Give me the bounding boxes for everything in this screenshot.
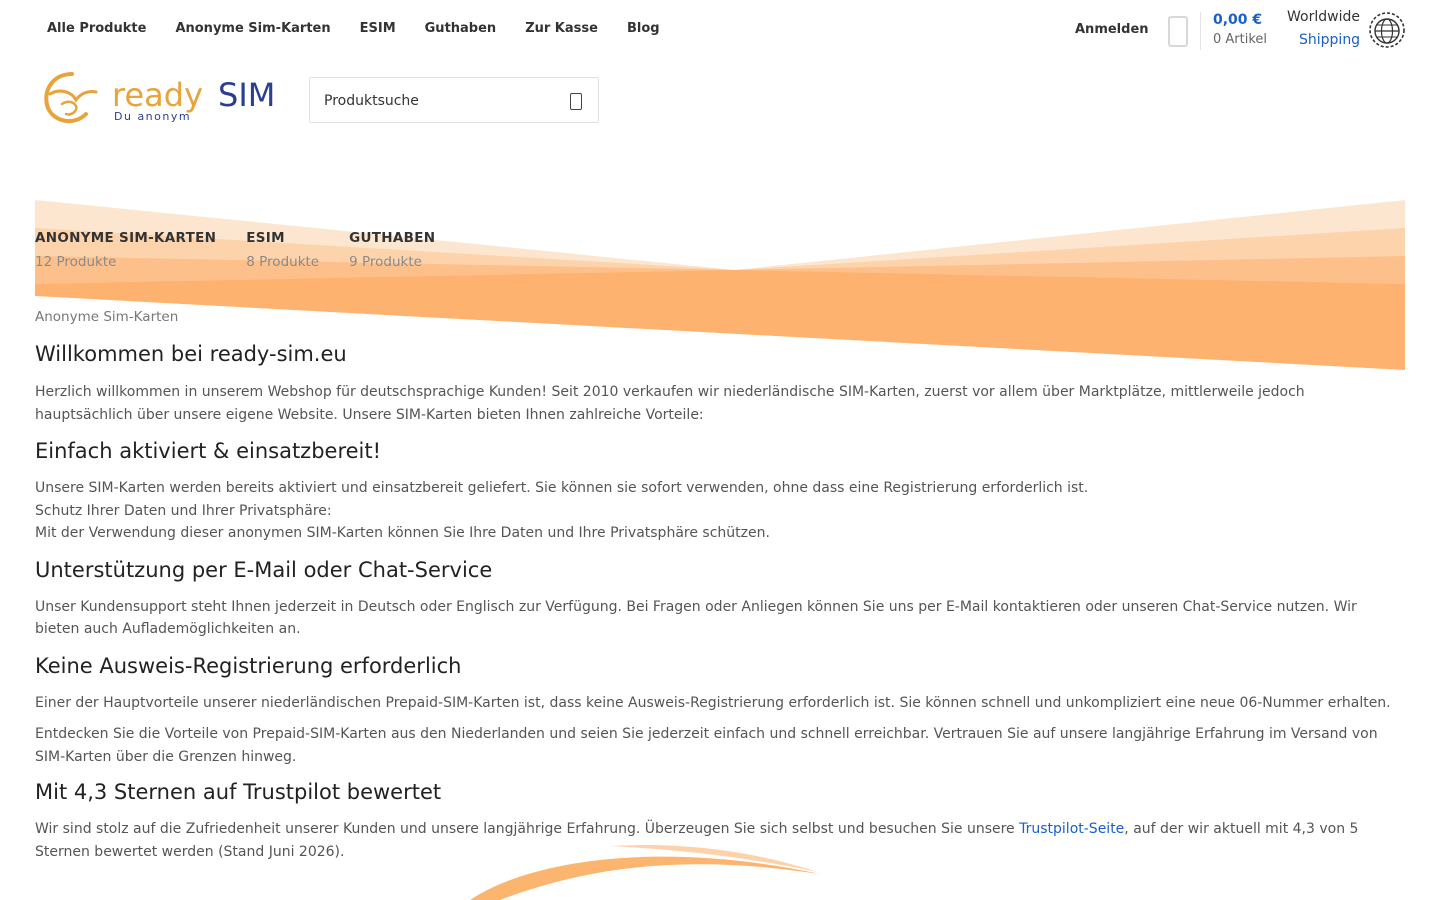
heading-activated: Einfach aktiviert & einsatzbereit! xyxy=(35,439,382,463)
svg-text:SIM: SIM xyxy=(218,76,275,114)
product-search xyxy=(309,77,599,123)
paragraph-support: Unser Kundensupport steht Ihnen jederzei… xyxy=(35,598,1357,638)
category-count: 12 Produkte xyxy=(35,254,117,270)
menu-item-esim[interactable]: ESIM xyxy=(360,20,396,38)
heading-trustpilot: Mit 4,3 Sternen auf Trustpilot bewertet xyxy=(35,780,442,804)
svg-text:ready: ready xyxy=(112,76,203,114)
readysim-logo[interactable]: ready SIM Du anonym xyxy=(42,70,284,128)
globe-icon[interactable] xyxy=(1368,11,1406,49)
menu-item-blog[interactable]: Blog xyxy=(627,20,660,38)
category-esim[interactable]: ESIM 8 Produkte xyxy=(246,230,319,272)
svg-text:Du anonym: Du anonym xyxy=(114,110,191,123)
category-anonyme-sim-karten[interactable]: ANONYME SIM-KARTEN 12 Produkte xyxy=(35,230,216,272)
menu-item-alle-produkte[interactable]: Alle Produkte xyxy=(47,20,146,38)
paragraph-benefits: Entdecken Sie die Vorteile von Prepaid-S… xyxy=(35,726,1378,765)
main-menu: Alle Produkte Anonyme Sim-Karten ESIM Gu… xyxy=(47,20,660,38)
cart-divider xyxy=(1200,12,1201,50)
cart-icon[interactable] xyxy=(1168,16,1188,47)
category-count: 9 Produkte xyxy=(349,254,422,270)
paragraph-privacy: Mit der Verwendung dieser anonymen SIM-K… xyxy=(35,525,770,541)
cart-total[interactable]: 0,00 € xyxy=(1213,10,1262,30)
cart-item-count[interactable]: 0 Artikel xyxy=(1213,31,1267,49)
main-content: Anonyme Sim-Karten Willkommen bei ready-… xyxy=(35,308,1405,863)
trustpilot-text-before: Wir sind stolz auf die Zufriedenheit uns… xyxy=(35,821,1020,837)
category-name[interactable]: ESIM xyxy=(246,230,319,247)
menu-item-guthaben[interactable]: Guthaben xyxy=(425,20,497,38)
search-input[interactable] xyxy=(324,90,554,112)
decorative-swoosh xyxy=(470,845,820,900)
heading-welcome: Willkommen bei ready-sim.eu xyxy=(35,342,347,366)
login-link[interactable]: Anmelden xyxy=(1075,21,1149,39)
paragraph-no-id: Einer der Hauptvorteile unserer niederlä… xyxy=(35,694,1391,711)
paragraph-welcome: Herzlich willkommen in unserem Webshop f… xyxy=(35,384,1305,423)
paragraph-activated: Unsere SIM-Karten werden bereits aktivie… xyxy=(35,480,1089,496)
category-name[interactable]: ANONYME SIM-KARTEN xyxy=(35,230,216,247)
trustpilot-link[interactable]: Trustpilot-Seite xyxy=(1019,821,1124,837)
shipping-label-shipping[interactable]: Shipping xyxy=(1299,31,1360,49)
heading-no-id: Keine Ausweis-Registrierung erforderlich xyxy=(35,653,462,678)
shipping-label-worldwide: Worldwide xyxy=(1287,9,1360,25)
category-guthaben[interactable]: GUTHABEN 9 Produkte xyxy=(349,230,435,272)
category-list: ANONYME SIM-KARTEN 12 Produkte ESIM 8 Pr… xyxy=(35,230,465,272)
category-count: 8 Produkte xyxy=(246,254,320,270)
paragraph-privacy-heading: Schutz Ihrer Daten und Ihrer Privatsphär… xyxy=(35,502,332,519)
menu-item-zur-kasse[interactable]: Zur Kasse xyxy=(525,20,598,38)
heading-support: Unterstützung per E-Mail oder Chat-Servi… xyxy=(35,557,493,582)
search-icon[interactable] xyxy=(570,93,582,110)
top-navigation: Alle Produkte Anonyme Sim-Karten ESIM Gu… xyxy=(0,0,1440,60)
menu-item-anonyme-sim-karten[interactable]: Anonyme Sim-Karten xyxy=(175,20,330,38)
category-name[interactable]: GUTHABEN xyxy=(349,230,435,247)
breadcrumb: Anonyme Sim-Karten xyxy=(35,309,179,325)
